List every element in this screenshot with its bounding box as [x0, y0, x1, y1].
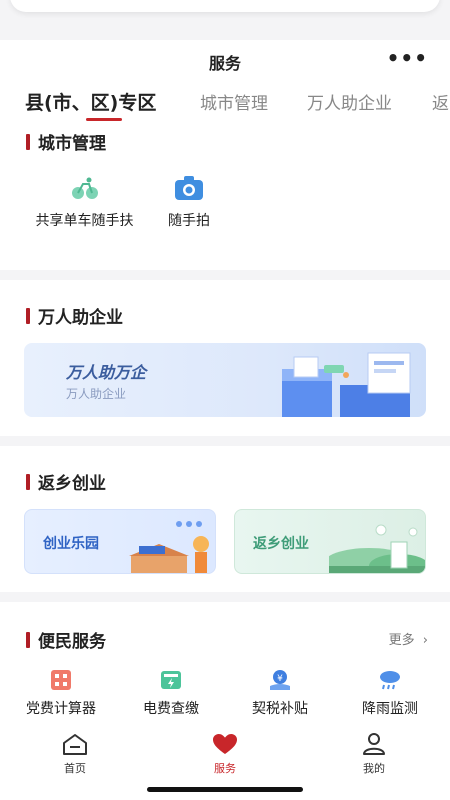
service-label: 降雨监测	[362, 701, 418, 717]
section-title-text: 城市管理	[38, 134, 106, 154]
tabbar-label: 服务	[214, 762, 236, 775]
section-enterprise: 万人助企业 万人助万企 万人助企业	[0, 280, 450, 436]
section-hometown: 返乡创业 创业乐园 返乡创业	[0, 446, 450, 592]
bicycle-icon	[69, 172, 101, 204]
return-home-card[interactable]: 返乡创业	[234, 509, 426, 574]
camera-icon	[173, 172, 205, 204]
solar-farm-illustration	[129, 521, 209, 573]
return-home-label: 返乡创业	[253, 536, 309, 552]
rainfall-monitor-button[interactable]: 降雨监测	[343, 668, 437, 718]
tabbar-services[interactable]: 服务	[195, 732, 255, 776]
service-label: 电费查缴	[143, 701, 199, 717]
top-card-edge	[10, 0, 440, 12]
active-tab-indicator	[86, 118, 122, 121]
section-services: 便民服务 更多 › 党费计算器 电费查缴 ¥ 契税补贴 降雨监测	[0, 602, 450, 728]
tab-enterprise[interactable]: 万人助企业	[307, 89, 392, 114]
title-bar-mark	[26, 307, 30, 324]
section-title-text: 返乡创业	[38, 474, 106, 494]
tabbar-home[interactable]: 首页	[45, 732, 105, 776]
tab-county-zone[interactable]: 县(市、区)专区	[25, 88, 156, 115]
startup-park-card[interactable]: 创业乐园	[24, 509, 216, 574]
farmland-illustration	[329, 524, 425, 573]
section-title-text: 便民服务	[38, 632, 106, 652]
more-options-button[interactable]: •••	[387, 46, 428, 70]
enterprise-banner[interactable]: 万人助万企 万人助企业	[24, 343, 426, 417]
home-icon	[63, 734, 87, 755]
tabbar-label: 我的	[363, 762, 385, 775]
heart-icon	[213, 734, 237, 754]
title-bar-mark	[26, 133, 30, 150]
svg-text:¥: ¥	[277, 674, 283, 684]
section-city-management: 城市管理 共享单车随手扶 随手拍	[0, 124, 450, 270]
party-fee-calculator-button[interactable]: 党费计算器	[14, 668, 108, 718]
home-indicator	[147, 787, 303, 792]
shared-bike-label: 共享单车随手扶	[35, 213, 134, 229]
user-icon	[363, 733, 385, 755]
calculator-icon	[49, 668, 73, 692]
tabbar-label: 首页	[64, 762, 86, 775]
chevron-right-icon: ›	[422, 633, 428, 648]
section-title-city: 城市管理	[26, 129, 106, 154]
banner-title: 万人助万企	[66, 363, 147, 382]
title-bar-mark	[26, 631, 30, 648]
electricity-bill-button[interactable]: 电费查缴	[124, 668, 218, 718]
deed-tax-subsidy-button[interactable]: ¥ 契税补贴	[233, 668, 327, 718]
more-services-link[interactable]: 更多 ›	[389, 629, 428, 648]
tab-bar-top: 县(市、区)专区 城市管理 万人助企业 返	[0, 80, 450, 124]
title-bar-mark	[26, 473, 30, 490]
banner-subtitle: 万人助企业	[66, 387, 127, 401]
header: 服务 •••	[0, 40, 450, 80]
service-label: 党费计算器	[26, 701, 96, 717]
tab-hometown[interactable]: 返	[432, 89, 449, 114]
page-title: 服务	[208, 54, 241, 73]
snapshot-label: 随手拍	[168, 213, 210, 229]
more-label: 更多	[388, 633, 415, 648]
service-label: 契税补贴	[252, 701, 308, 717]
shared-bike-button[interactable]: 共享单车随手扶	[27, 172, 142, 230]
section-title-hometown: 返乡创业	[26, 469, 106, 494]
section-title-enterprise: 万人助企业	[26, 303, 123, 328]
startup-park-label: 创业乐园	[43, 536, 99, 552]
tabbar-mine[interactable]: 我的	[344, 732, 404, 776]
rain-cloud-icon	[378, 668, 402, 692]
office-illustration	[282, 352, 411, 417]
snapshot-button[interactable]: 随手拍	[155, 172, 223, 230]
section-title-text: 万人助企业	[38, 308, 123, 328]
electric-meter-icon	[159, 668, 183, 692]
subsidy-icon: ¥	[268, 668, 292, 692]
tab-city-management[interactable]: 城市管理	[200, 89, 268, 114]
section-title-services: 便民服务	[26, 627, 106, 652]
